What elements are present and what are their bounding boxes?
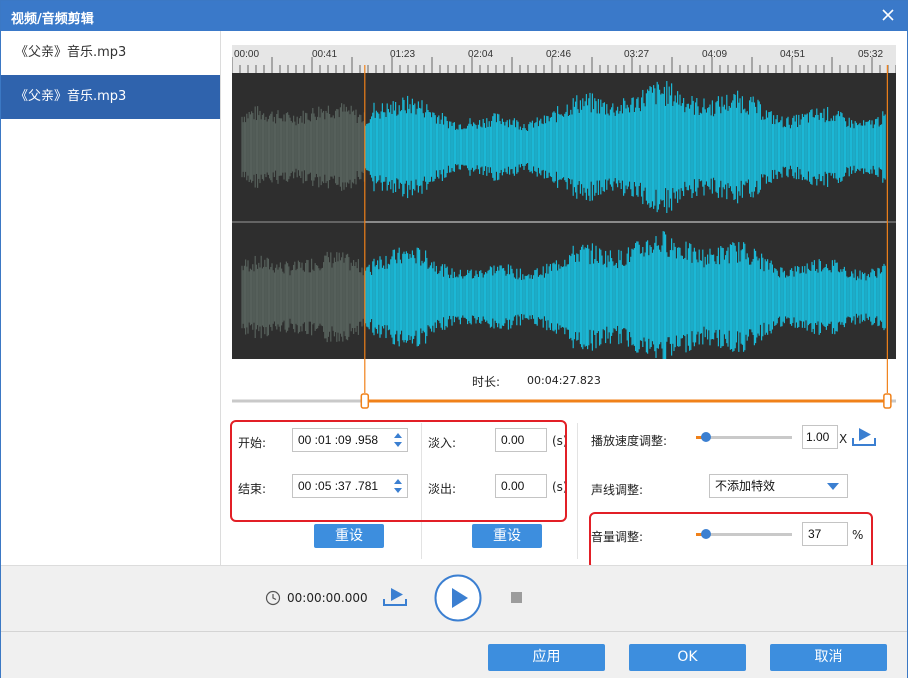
apply-button[interactable]: 应用 [488,644,605,671]
file-list: 《父亲》音乐.mp3 《父亲》音乐.mp3 [1,31,221,565]
ruler-tick-label: 00:41 [312,49,337,60]
speed-value: 1.00 [806,430,830,444]
playback-bar: 00:00:00.000 [1,565,907,631]
play-button[interactable] [433,573,483,623]
ruler-tick-label: 02:04 [468,49,493,60]
ok-button[interactable]: OK [629,644,746,671]
close-icon[interactable] [879,6,897,24]
waveform-editor[interactable]: 00:00 00:41 01:23 02:04 02:46 03:27 04:09 04:51… [231,45,897,363]
selection-range-slider[interactable] [232,359,896,413]
voice-effect-select[interactable]: 不添加特效 [709,474,848,498]
cancel-button[interactable]: 取消 [770,644,887,671]
editor-panel: 00:00 00:41 01:23 02:04 02:46 03:27 04:09 04:51… [222,31,907,570]
speed-label: 播放速度调整: [591,434,668,448]
speed-preview-play-icon[interactable] [851,426,877,448]
speed-field[interactable]: 1.00 [802,425,838,449]
trim-highlight-box [230,420,567,522]
ruler-tick-label: 05:32 [858,49,883,60]
effects-divider [577,423,578,559]
ruler-tick-label: 04:09 [702,49,727,60]
title-bar: 视频/音频剪辑 [1,1,907,31]
waveform-view[interactable]: 00:00 00:41 01:23 02:04 02:46 03:27 04:09 04:51… [231,45,897,363]
file-list-item[interactable]: 《父亲》音乐.mp3 [1,31,220,75]
preview-play-icon[interactable] [382,586,408,608]
clock-icon [265,590,281,606]
speed-slider-knob[interactable] [700,432,711,442]
window-title: 视频/音频剪辑 [11,12,94,27]
reset-trim-button[interactable]: 重设 [314,524,384,548]
file-list-item-selected[interactable]: 《父亲》音乐.mp3 [1,75,220,119]
volume-highlight-box [589,512,873,570]
ruler-tick-label: 03:27 [624,49,649,60]
dialog-window: 视频/音频剪辑 《父亲》音乐.mp3 《父亲》音乐.mp3 00:00 00:41… [0,0,908,678]
ruler-tick-label: 04:51 [780,49,805,60]
speed-unit: X [839,432,848,446]
range-start-handle[interactable] [360,393,370,409]
voice-effect-value: 不添加特效 [715,479,776,493]
playback-time: 00:00:00.000 [287,591,368,605]
ruler-tick-label: 01:23 [390,49,415,60]
range-end-handle[interactable] [883,393,892,409]
dialog-footer: 应用 OK 取消 [1,631,907,678]
audio-waveform [241,80,886,363]
stop-button[interactable] [511,592,522,603]
chevron-down-icon [827,483,839,490]
ruler-tick-label: 02:46 [546,49,571,60]
ruler-tick-label: 00:00 [234,49,259,60]
reset-fade-button[interactable]: 重设 [472,524,542,548]
voice-label: 声线调整: [591,483,644,497]
